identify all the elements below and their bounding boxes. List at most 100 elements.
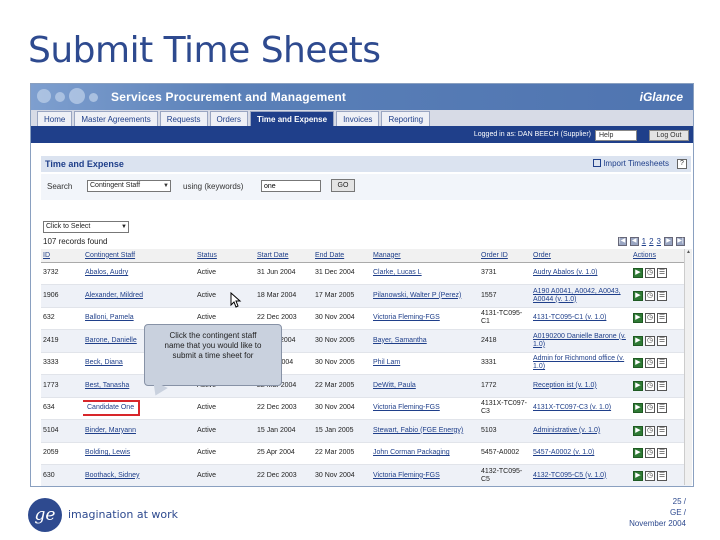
column-header[interactable]: Contingent Staff [83, 249, 195, 263]
last-page-icon[interactable]: ▶| [676, 237, 685, 246]
table-row: 632 Balloni, Pamela Active 22 Dec 2003 30 No… [41, 307, 691, 330]
cell-staff[interactable]: Candidate One [83, 397, 195, 420]
cell-order[interactable]: A0190200 Danielle Barone (v. 1.0) [531, 329, 631, 353]
cell-manager[interactable]: DeWitt, Paula [371, 374, 479, 398]
column-header[interactable]: Actions [631, 249, 691, 263]
cell-start: 22 Dec 2003 [255, 397, 313, 420]
column-header[interactable]: ID [41, 249, 83, 263]
timesheet-icon[interactable]: ◷ [645, 313, 655, 324]
expense-icon[interactable]: ☰ [657, 470, 667, 481]
cell-staff[interactable]: Abalos, Audry [83, 262, 195, 285]
submit-arrow-icon[interactable]: ▶ [633, 268, 643, 279]
cell-order[interactable]: Admin for Richmond office (v. 1.0) [531, 352, 631, 375]
go-button[interactable]: GO [331, 179, 355, 192]
search-type-select[interactable]: Contingent Staff [87, 180, 171, 192]
section-title: Time and Expense [45, 159, 124, 169]
import-timesheets-link[interactable]: Import Timesheets [593, 159, 669, 168]
logout-button[interactable]: Log Out [649, 130, 689, 141]
action-select[interactable]: Click to Select [43, 221, 129, 233]
cell-manager[interactable]: Victoria Fleming-FGS [371, 307, 479, 330]
help-select[interactable]: Help [595, 130, 637, 141]
help-icon[interactable]: ? [677, 159, 687, 169]
timesheet-icon[interactable]: ◷ [645, 403, 655, 414]
expense-icon[interactable]: ☰ [657, 313, 667, 324]
table-scrollbar[interactable]: ▲ [684, 249, 692, 485]
submit-arrow-icon[interactable]: ▶ [633, 290, 643, 301]
expense-icon[interactable]: ☰ [657, 380, 667, 391]
cell-order[interactable]: 4131-TC095-C1 (v. 1.0) [531, 307, 631, 330]
cell-manager[interactable]: Victoria Fleming-FGS [371, 397, 479, 420]
nav-tab-time-and-expense[interactable]: Time and Expense [249, 111, 335, 126]
cell-order-id: 2418 [479, 329, 531, 353]
expense-icon[interactable]: ☰ [657, 403, 667, 414]
cell-manager[interactable]: Stewart, Fabio (FGE Energy) [371, 419, 479, 443]
table-row: 1773Best, TanashaActive22 Mar 200422 Mar… [41, 374, 691, 398]
cell-order[interactable]: 4132-TC095-C5 (v. 1.0) [531, 464, 631, 486]
submit-arrow-icon[interactable]: ▶ [633, 448, 643, 459]
timesheet-icon[interactable]: ◷ [645, 358, 655, 369]
expense-icon[interactable]: ☰ [657, 448, 667, 459]
cell-manager[interactable]: Phil Lam [371, 352, 479, 375]
cell-manager[interactable]: John Corman Packaging [371, 442, 479, 465]
scroll-up-icon[interactable]: ▲ [685, 249, 692, 257]
submit-arrow-icon[interactable]: ▶ [633, 358, 643, 369]
first-page-icon[interactable]: |◀ [617, 237, 627, 246]
submit-arrow-icon[interactable]: ▶ [633, 335, 643, 346]
cell-staff[interactable]: Alexander, Mildred [83, 284, 195, 308]
column-header[interactable]: End Date [313, 249, 371, 263]
cell-status: Active [195, 397, 255, 420]
next-page-icon[interactable]: ▶ [664, 237, 673, 246]
highlighted-staff-link[interactable]: Candidate One [83, 400, 141, 417]
expense-icon[interactable]: ☰ [657, 290, 667, 301]
timesheet-icon[interactable]: ◷ [645, 448, 655, 459]
submit-arrow-icon[interactable]: ▶ [633, 425, 643, 436]
cell-order[interactable]: A190 A0041, A0042, A0043, A0044 (v. 1.0) [531, 284, 631, 308]
cell-manager[interactable]: Clarke, Lucas L [371, 262, 479, 285]
submit-arrow-icon[interactable]: ▶ [633, 470, 643, 481]
search-input[interactable] [261, 180, 321, 192]
cell-order-id: 3331 [479, 352, 531, 375]
cell-manager[interactable]: Pilanowski, Walter P (Perez) [371, 284, 479, 308]
expense-icon[interactable]: ☰ [657, 358, 667, 369]
cell-staff[interactable]: Binder, Maryann [83, 419, 195, 443]
timesheet-icon[interactable]: ◷ [645, 425, 655, 436]
column-header[interactable]: Status [195, 249, 255, 263]
page-link[interactable]: 3 [657, 237, 661, 246]
page-link[interactable]: 1 [642, 237, 646, 246]
timesheet-icon[interactable]: ◷ [645, 290, 655, 301]
cell-order[interactable]: Audry Abalos (v. 1.0) [531, 262, 631, 285]
submit-arrow-icon[interactable]: ▶ [633, 380, 643, 391]
prev-page-icon[interactable]: ◀ [629, 237, 639, 246]
timesheet-icon[interactable]: ◷ [645, 268, 655, 279]
cell-manager[interactable]: Victoria Fleming-FGS [371, 464, 479, 486]
timesheet-icon[interactable]: ◷ [645, 335, 655, 346]
app-window: Services Procurement and Management iGla… [30, 83, 694, 487]
cell-order[interactable]: 5457-A0002 (v. 1.0) [531, 442, 631, 465]
cell-actions: ▶ ◷ ☰ [631, 464, 691, 486]
nav-tab-requests[interactable]: Requests [159, 111, 208, 126]
expense-icon[interactable]: ☰ [657, 425, 667, 436]
cell-staff[interactable]: Boothack, Sidney [83, 464, 195, 486]
column-header[interactable]: Order ID [479, 249, 531, 263]
submit-arrow-icon[interactable]: ▶ [633, 313, 643, 324]
banner-decoration-icon [35, 87, 105, 107]
nav-tab-invoices[interactable]: Invoices [336, 111, 380, 126]
cell-order[interactable]: Administrative (v. 1.0) [531, 419, 631, 443]
cell-order[interactable]: 4131X-TC097-C3 (v. 1.0) [531, 397, 631, 420]
nav-tab-orders[interactable]: Orders [209, 111, 248, 126]
column-header[interactable]: Start Date [255, 249, 313, 263]
column-header[interactable]: Order [531, 249, 631, 263]
timesheet-icon[interactable]: ◷ [645, 470, 655, 481]
expense-icon[interactable]: ☰ [657, 268, 667, 279]
cell-staff[interactable]: Bolding, Lewis [83, 442, 195, 465]
submit-arrow-icon[interactable]: ▶ [633, 403, 643, 414]
nav-tab-reporting[interactable]: Reporting [381, 111, 431, 126]
cell-manager[interactable]: Bayer, Samantha [371, 329, 479, 353]
nav-tab-home[interactable]: Home [37, 111, 73, 126]
timesheet-icon[interactable]: ◷ [645, 380, 655, 391]
nav-tab-master-agreements[interactable]: Master Agreements [74, 111, 158, 126]
expense-icon[interactable]: ☰ [657, 335, 667, 346]
column-header[interactable]: Manager [371, 249, 479, 263]
cell-order[interactable]: Reception ist (v. 1.0) [531, 374, 631, 398]
page-link[interactable]: 2 [649, 237, 653, 246]
